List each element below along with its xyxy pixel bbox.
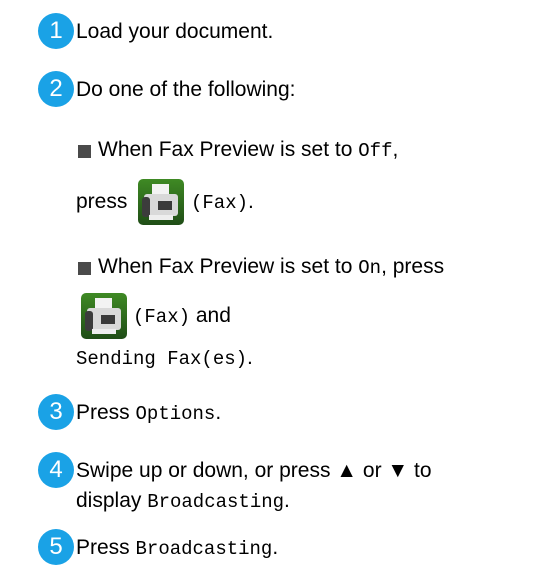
step-1-text: Load your document.	[76, 20, 274, 43]
fax-icon	[81, 293, 127, 339]
bullet-1-marker	[78, 145, 91, 158]
bullet-1-line2-start: press	[76, 190, 128, 213]
fax-icon	[138, 179, 184, 225]
bullet-2-marker	[78, 262, 91, 275]
step-number-1: 1	[38, 13, 74, 49]
bullet-2-line3: Sending Fax(es).	[76, 346, 253, 370]
step-4-line1: Swipe up or down, or press ▲ or ▼ to	[76, 459, 432, 482]
bullet-1-line2-end: (Fax).	[191, 190, 254, 214]
bullet-2-line2: (Fax) and	[133, 304, 231, 328]
step-2-text: Do one of the following:	[76, 78, 296, 101]
bullet-2-line1: When Fax Preview is set to On, press	[98, 255, 445, 279]
step-4-line2: display Broadcasting.	[76, 489, 290, 513]
step-number-4: 4	[38, 452, 74, 488]
step-5-text: Press Broadcasting.	[76, 536, 279, 560]
bullet-1-line1: When Fax Preview is set to Off,	[98, 138, 399, 162]
step-number-5: 5	[38, 529, 74, 565]
step-number-2: 2	[38, 71, 74, 107]
step-number-3: 3	[38, 394, 74, 430]
step-3-text: Press Options.	[76, 401, 222, 425]
